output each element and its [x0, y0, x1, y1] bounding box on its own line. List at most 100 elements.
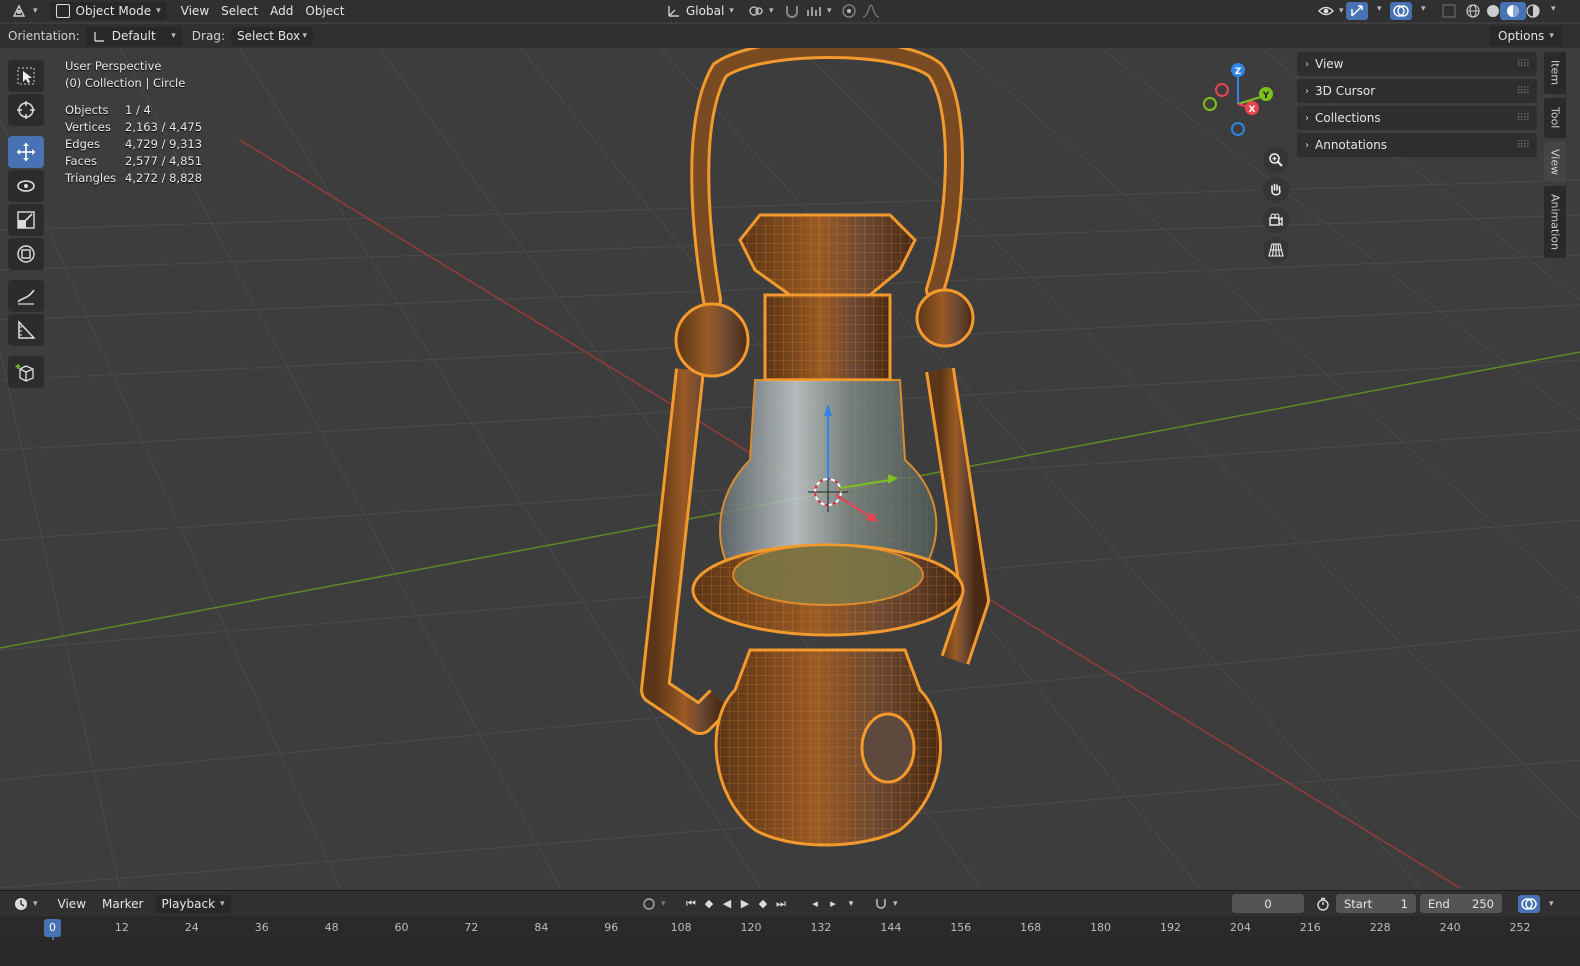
- navigation-gizmo[interactable]: Z Y X: [1200, 58, 1280, 142]
- tab-tool[interactable]: Tool: [1544, 98, 1566, 138]
- prev-keyframe-button[interactable]: ◆: [700, 895, 718, 913]
- preview-range-toggle[interactable]: [1310, 895, 1336, 913]
- add-cube-tool[interactable]: [8, 356, 44, 388]
- timeline-menu-marker[interactable]: Marker: [96, 895, 149, 913]
- overlay-toggle[interactable]: [1390, 2, 1412, 20]
- current-frame-field[interactable]: 0: [1232, 894, 1304, 913]
- rotate-tool[interactable]: [8, 170, 44, 202]
- chevron-right-icon: ›: [1305, 58, 1309, 70]
- chevron-right-icon: ›: [1305, 139, 1309, 151]
- falloff-dropdown[interactable]: [856, 2, 886, 20]
- pivot-icon: [749, 6, 763, 16]
- timeline-menu-view[interactable]: View: [52, 895, 92, 913]
- panel-annotations[interactable]: › Annotations ⠿⠿: [1297, 133, 1537, 157]
- solid-sphere-icon: [1487, 5, 1499, 17]
- frame-tick-label: 228: [1369, 921, 1391, 934]
- menu-select[interactable]: Select: [215, 2, 264, 20]
- shading-rendered[interactable]: [1520, 2, 1546, 20]
- viewport-info-overlay: User Perspective (0) Collection | Circle…: [65, 58, 202, 187]
- jump-start-button[interactable]: ⏮: [682, 895, 700, 913]
- frame-tick-label: 84: [534, 921, 549, 934]
- frame-tick-label: 96: [604, 921, 619, 934]
- drag-grip-icon[interactable]: ⠿⠿: [1516, 86, 1530, 97]
- transform-tool[interactable]: [8, 238, 44, 270]
- 3d-viewport-icon: [12, 4, 26, 17]
- drag-grip-icon[interactable]: ⠿⠿: [1516, 113, 1530, 124]
- frame-step-dropdown[interactable]: ▾: [842, 895, 860, 913]
- rotate-icon: [17, 180, 35, 192]
- frame-tick-label: 204: [1229, 921, 1251, 934]
- orientation-default-icon: [94, 32, 104, 42]
- tab-item[interactable]: Item: [1544, 52, 1566, 94]
- menu-view[interactable]: View: [175, 2, 215, 20]
- falloff-curve-icon: [862, 4, 880, 18]
- gizmo-dropdown-caret[interactable]: ▾: [1377, 4, 1382, 14]
- prev-frame-button[interactable]: ◂: [806, 895, 824, 913]
- timeline-track-area[interactable]: [0, 940, 1580, 966]
- wireframe-sphere-icon: [1466, 4, 1480, 18]
- gizmo-y-label: Y: [1262, 91, 1270, 101]
- next-keyframe-button[interactable]: ◆: [754, 895, 772, 913]
- drag-dropdown[interactable]: Select Box ▾: [230, 26, 313, 46]
- playhead[interactable]: 0: [44, 919, 61, 937]
- camera-icon: [1269, 213, 1283, 227]
- frame-tick-label: 240: [1439, 921, 1461, 934]
- frame-tick-label: 168: [1020, 921, 1042, 934]
- keying-toggle[interactable]: ▾: [636, 895, 672, 913]
- tab-view[interactable]: View: [1544, 142, 1566, 182]
- ortho-toggle-button[interactable]: [1263, 237, 1289, 263]
- chevron-right-icon: ›: [1305, 112, 1309, 124]
- eye-icon: [1318, 6, 1334, 16]
- timeline-menu-playback[interactable]: Playback ▾: [155, 894, 231, 913]
- options-dropdown[interactable]: Options ▾: [1490, 26, 1562, 46]
- snap-target-dropdown[interactable]: ▾: [800, 2, 838, 20]
- timeline-editor-type-button[interactable]: ▾: [8, 895, 44, 913]
- play-reverse-button[interactable]: ◀: [718, 895, 736, 913]
- frame-tick-label: 36: [254, 921, 269, 934]
- pan-button[interactable]: [1263, 177, 1289, 203]
- drag-grip-icon[interactable]: ⠿⠿: [1516, 140, 1530, 151]
- start-frame-field[interactable]: Start 1: [1336, 894, 1416, 913]
- zoom-button[interactable]: [1263, 147, 1289, 173]
- hand-icon: [1271, 183, 1281, 196]
- visibility-dropdown[interactable]: ▾: [1312, 2, 1350, 20]
- drag-grip-icon[interactable]: ⠿⠿: [1516, 59, 1530, 70]
- gizmo-toggle[interactable]: [1346, 2, 1368, 20]
- measure-tool[interactable]: [8, 314, 44, 346]
- frame-tick-label: 48: [324, 921, 339, 934]
- orientation-dropdown[interactable]: Default ▾: [85, 26, 182, 46]
- mode-dropdown[interactable]: Object Mode ▾: [49, 2, 167, 20]
- camera-view-button[interactable]: [1263, 207, 1289, 233]
- play-button[interactable]: ▶: [736, 895, 754, 913]
- stat-row-faces: Faces 2,577 / 4,851: [65, 154, 203, 168]
- end-frame-field[interactable]: End 250: [1420, 894, 1502, 913]
- shading-dropdown-caret[interactable]: ▾: [1551, 4, 1556, 14]
- magnet-icon: [876, 898, 886, 909]
- move-tool[interactable]: [8, 136, 44, 168]
- timeline-overlay-dropdown-caret[interactable]: ▾: [1549, 899, 1554, 909]
- frame-tick-label: 12: [114, 921, 129, 934]
- annotate-tool[interactable]: [8, 280, 44, 312]
- timeline-overlay-toggle[interactable]: [1518, 894, 1540, 913]
- scale-tool[interactable]: [8, 204, 44, 236]
- panel-collections[interactable]: › Collections ⠿⠿: [1297, 106, 1537, 130]
- cursor-tool[interactable]: [8, 94, 44, 126]
- menu-add[interactable]: Add: [264, 2, 299, 20]
- jump-end-button[interactable]: ⏭: [772, 895, 790, 913]
- overlay-dropdown-caret[interactable]: ▾: [1421, 4, 1426, 14]
- editor-type-button[interactable]: ▾: [6, 2, 44, 20]
- scene-statistics: Objects 1 / 4 Vertices 2,163 / 4,475 Edges…: [65, 102, 202, 187]
- next-frame-button[interactable]: ▸: [824, 895, 842, 913]
- timeline-ruler[interactable]: 12 24 36 48 60 72 84 96 108 120 132 144 156 168 180 192…: [0, 916, 1580, 966]
- menu-object[interactable]: Object: [299, 2, 350, 20]
- transform-orientation-dropdown[interactable]: Global ▾: [660, 2, 740, 20]
- 3d-viewport[interactable]: User Perspective (0) Collection | Circle…: [0, 48, 1580, 888]
- select-box-tool[interactable]: [8, 60, 44, 92]
- tab-animation[interactable]: Animation: [1544, 186, 1566, 258]
- pivot-point-dropdown[interactable]: ▾: [742, 2, 780, 20]
- auto-keying-dropdown[interactable]: ▾: [868, 895, 904, 913]
- panel-view[interactable]: › View ⠿⠿: [1297, 52, 1537, 76]
- panel-3d-cursor[interactable]: › 3D Cursor ⠿⠿: [1297, 79, 1537, 103]
- move-arrows-icon: [17, 143, 35, 161]
- xray-toggle[interactable]: [1436, 2, 1462, 20]
